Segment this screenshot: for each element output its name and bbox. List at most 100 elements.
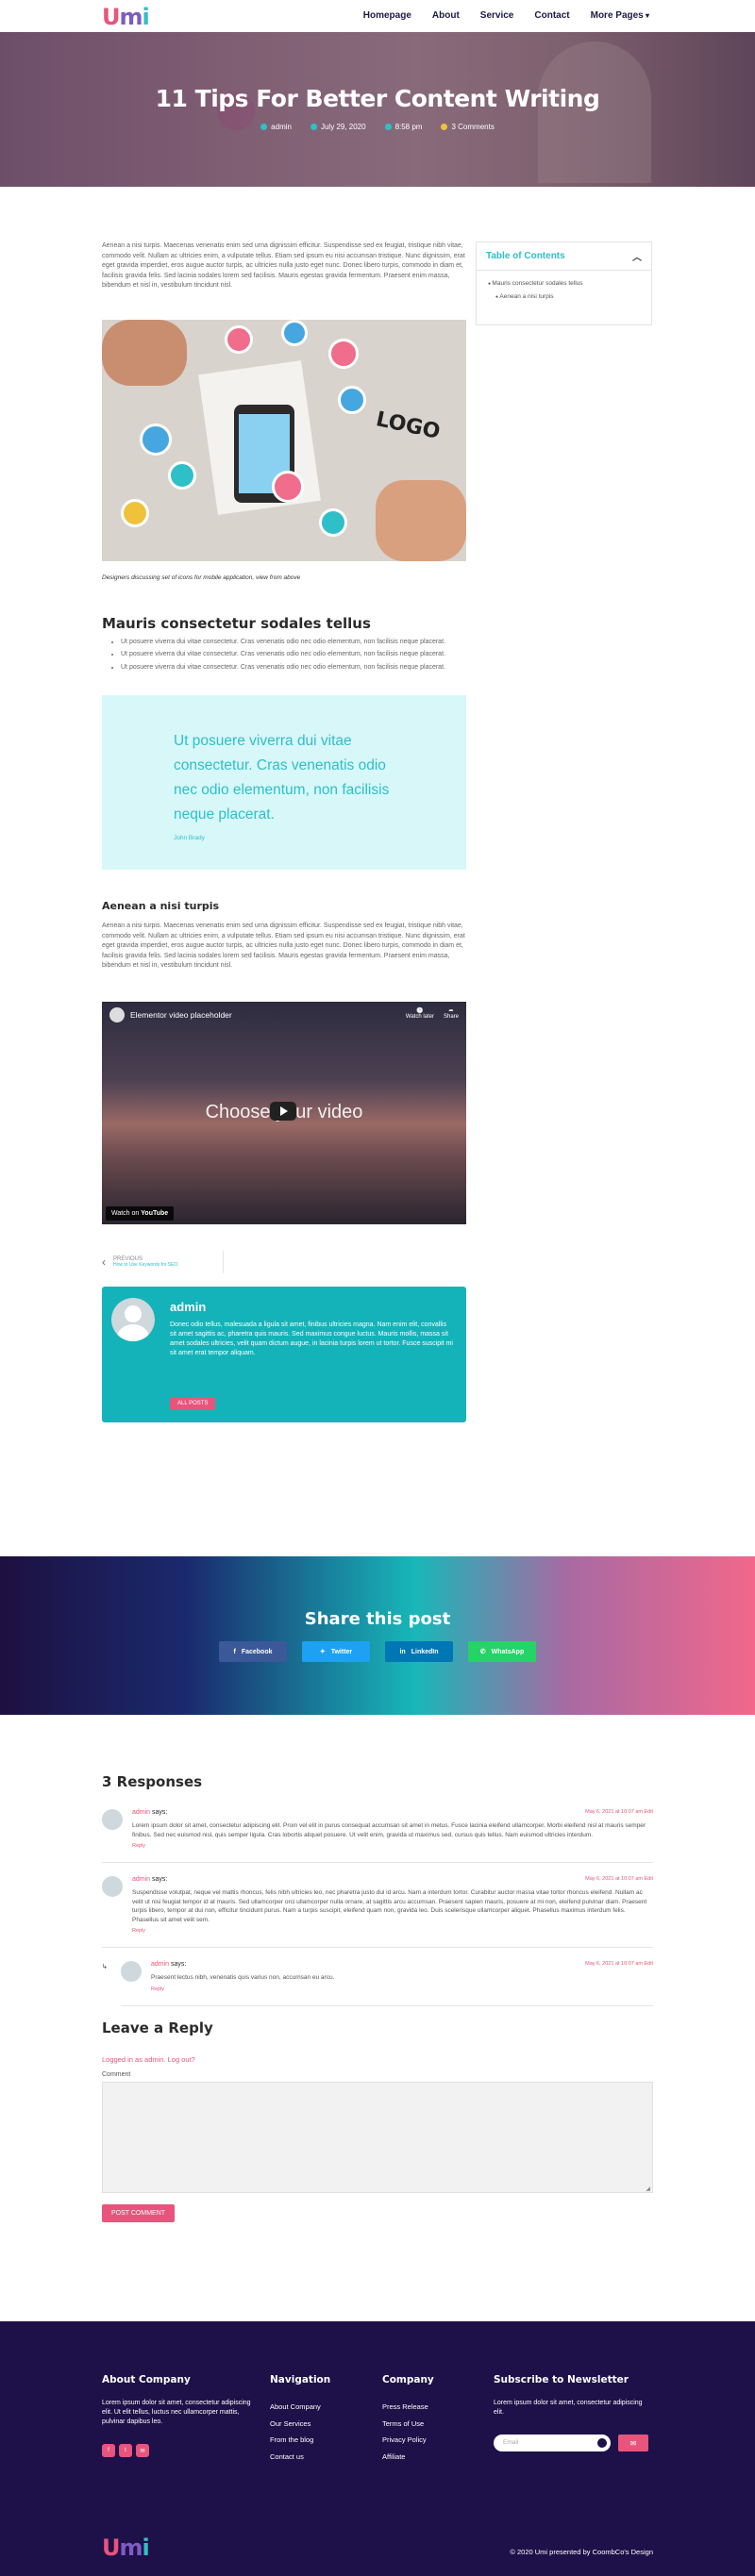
play-button[interactable] [270, 1101, 296, 1121]
intro-paragraph: Aenean a nisi turpis. Maecenas venenatis… [102, 242, 465, 289]
comments-title: 3 Responses [102, 1773, 203, 1790]
logo-sign: LOGO [374, 407, 443, 444]
comments-section: 3 Responses admin says: May 6, 2021 at 1… [102, 1773, 653, 2222]
post-comment-button[interactable]: POST COMMENT [102, 2203, 176, 2222]
share-twitter-button[interactable]: ✦ Twitter [302, 1641, 370, 1662]
previous-post-link[interactable]: PREVIOUS How to Use Keywords for SEO [113, 1256, 177, 1268]
newsletter-email-input[interactable]: Email [494, 2435, 611, 2451]
author-name[interactable]: admin [170, 1300, 206, 1314]
whatsapp-icon: ✆ [479, 1649, 486, 1655]
avatar [111, 1297, 155, 1341]
facebook-icon[interactable]: f [102, 2444, 115, 2457]
facebook-icon: f [233, 1648, 236, 1655]
comment-icon [441, 124, 448, 130]
body-paragraph: Aenean a nisi turpis. Maecenas venenatis… [102, 922, 465, 969]
newsletter-submit-button[interactable]: ✉ [618, 2435, 648, 2451]
copyright: © 2020 Umi presented by CoombCo's Design [510, 2548, 653, 2556]
comment-author: admin says: [151, 1961, 187, 1968]
post-hero: 11 Tips For Better Content Writing admin… [0, 32, 755, 187]
meta-comments[interactable]: 3 Comments [441, 123, 495, 131]
footer-company: Company Press Release Terms of Use Priva… [382, 2374, 434, 2465]
author-box: admin Donec odio tellus, malesuada a lig… [102, 1286, 466, 1422]
twitter-icon[interactable]: t [119, 2444, 132, 2457]
app-icon [328, 338, 359, 369]
post-content: Aenean a nisi turpis. Maecenas venenatis… [102, 241, 466, 1422]
all-posts-button[interactable]: ALL POSTS [170, 1396, 216, 1410]
quote-text: Ut posuere viverra dui vitae consectetur… [174, 733, 390, 823]
share-linkedin-button[interactable]: in LinkedIn [385, 1641, 453, 1662]
toc-item[interactable]: Aenean a nisi turpis [488, 293, 640, 300]
post-meta: admin July 29, 2020 8:58 pm 3 Comments [0, 123, 755, 131]
quote-author: John Brady [174, 835, 205, 841]
comment-date[interactable]: May 6, 2021 at 10:07 am Edit [585, 1961, 653, 1967]
hand-shape [102, 319, 187, 386]
share-whatsapp-button[interactable]: ✆ WhatsApp [468, 1641, 536, 1662]
reply-link[interactable]: Reply [132, 1928, 653, 1934]
app-icon [338, 385, 366, 414]
logged-in-link[interactable]: Logged in as admin. Log out? [102, 2055, 653, 2064]
post-navigation: ‹ PREVIOUS How to Use Keywords for SEO [102, 1250, 466, 1273]
avatar [102, 1876, 123, 1897]
video-embed[interactable]: Elementor video placeholder 🕒 Watch later… [102, 1001, 466, 1224]
nav-more-pages[interactable]: More Pages [591, 10, 649, 21]
email-icon[interactable]: ✉ [136, 2444, 149, 2457]
app-icon [319, 507, 347, 537]
footer-link[interactable]: Terms of Use [382, 2416, 434, 2433]
bullet-list: Ut posuere viverra dui vitae consectetur… [102, 638, 466, 673]
reply-link[interactable]: Reply [151, 1986, 653, 1992]
calendar-icon [310, 124, 317, 130]
footer-social: f t ✉ [102, 2444, 253, 2457]
share-title: Share this post [304, 1609, 451, 1629]
comment-reply: ↳ admin says: May 6, 2021 at 10:07 am Ed… [102, 1961, 653, 2006]
share-section: Share this post f Facebook ✦ Twitter in Lin… [0, 1556, 755, 1715]
footer-link[interactable]: Our Services [270, 2416, 330, 2433]
footer-link[interactable]: Privacy Policy [382, 2432, 434, 2449]
linkedin-icon: in [399, 1648, 406, 1655]
comment-text: Lorem ipsum dolor sit amet, consectetur … [132, 1822, 646, 1838]
footer-logo[interactable]: Umi [102, 2534, 150, 2561]
leave-reply-title: Leave a Reply [102, 2019, 213, 2036]
list-item: Ut posuere viverra dui vitae consectetur… [121, 650, 466, 660]
footer-about: About Company Lorem ipsum dolor sit amet… [102, 2374, 253, 2457]
nav-homepage[interactable]: Homepage [363, 10, 411, 21]
footer-link[interactable]: Affiliate [382, 2449, 434, 2466]
share-video-button[interactable]: ➦ Share [444, 1007, 459, 1020]
chevron-left-icon[interactable]: ‹ [102, 1255, 106, 1269]
share-facebook-button[interactable]: f Facebook [219, 1641, 287, 1662]
watch-later-button[interactable]: 🕒 Watch later [406, 1007, 434, 1020]
video-title[interactable]: Elementor video placeholder [109, 1006, 232, 1022]
site-logo[interactable]: Umi [102, 4, 150, 30]
blockquote: Ut posuere viverra dui vitae consectetur… [102, 695, 466, 870]
reply-link[interactable]: Reply [132, 1843, 653, 1849]
nav-about[interactable]: About [432, 10, 460, 21]
toc-item[interactable]: Mauris consectetur sodales tellus [488, 280, 640, 287]
share-buttons: f Facebook ✦ Twitter in LinkedIn ✆ WhatsApp [0, 1641, 755, 1662]
meta-author[interactable]: admin [260, 123, 292, 131]
comment-date[interactable]: May 6, 2021 at 10:07 am Edit [585, 1876, 653, 1882]
comment-date[interactable]: May 6, 2021 at 10:07 am Edit [585, 1809, 653, 1815]
comment-textarea[interactable] [102, 2081, 653, 2193]
toc-list: Mauris consectetur sodales tellus Aenean… [477, 271, 651, 316]
avatar [121, 1961, 142, 1982]
footer-link[interactable]: Press Release [382, 2399, 434, 2416]
comment-author: admin says: [132, 1876, 168, 1883]
list-item: Ut posuere viverra dui vitae consectetur… [121, 663, 466, 673]
watch-on-youtube-button[interactable]: Watch on YouTube [106, 1205, 175, 1221]
reply-arrow-icon: ↳ [102, 1964, 108, 1970]
app-icon [225, 324, 253, 354]
meta-date[interactable]: July 29, 2020 [310, 123, 366, 131]
footer-link[interactable]: About Company [270, 2399, 330, 2416]
footer-link[interactable]: Contact us [270, 2449, 330, 2466]
chevron-up-icon[interactable]: ︿ [632, 249, 642, 263]
list-item: Ut posuere viverra dui vitae consectetur… [121, 638, 466, 648]
user-icon [260, 124, 268, 130]
site-footer: About Company Lorem ipsum dolor sit amet… [0, 2321, 755, 2576]
comment-text: Suspendisse volutpat, neque vel mattis r… [132, 1889, 647, 1923]
comment: admin says: May 6, 2021 at 10:07 am Edit… [102, 1876, 653, 1948]
nav-service[interactable]: Service [480, 10, 514, 21]
meta-time: 8:58 pm [384, 123, 422, 131]
footer-link[interactable]: From the blog [270, 2432, 330, 2449]
comment-label: Comment [102, 2070, 131, 2078]
nav-contact[interactable]: Contact [534, 10, 569, 21]
toc-header[interactable]: Table of Contents ︿ [477, 242, 651, 271]
